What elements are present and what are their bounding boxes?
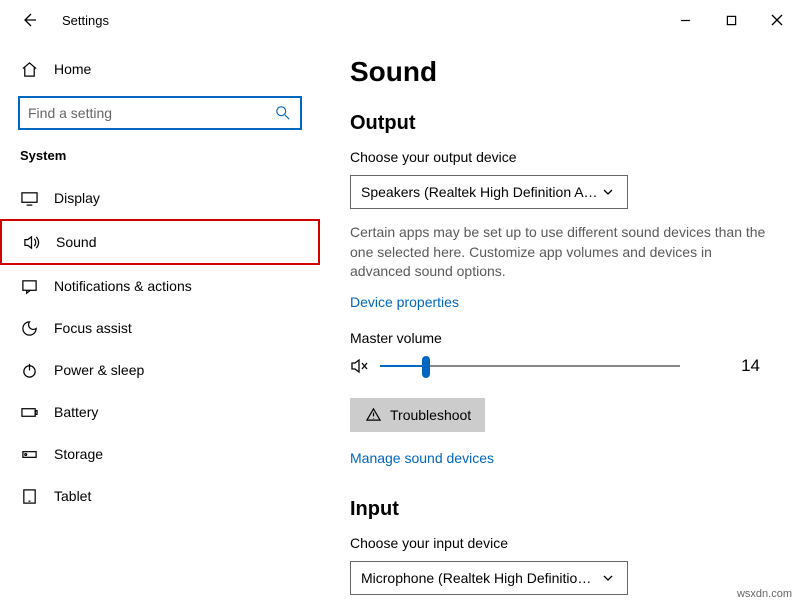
sidebar-item-focus-assist[interactable]: Focus assist: [0, 307, 320, 349]
input-device-label: Choose your input device: [350, 535, 770, 551]
search-input[interactable]: [18, 96, 302, 130]
home-nav[interactable]: Home: [0, 50, 320, 88]
master-volume-label: Master volume: [350, 330, 770, 346]
focus-assist-icon: [20, 319, 38, 337]
page-title: Sound: [350, 56, 770, 88]
output-device-label: Choose your output device: [350, 149, 770, 165]
troubleshoot-button[interactable]: Troubleshoot: [350, 398, 485, 432]
sidebar-item-label: Storage: [54, 446, 103, 462]
close-button[interactable]: [754, 0, 800, 40]
battery-icon: [20, 403, 38, 421]
sidebar-item-label: Notifications & actions: [54, 278, 192, 294]
section-label: System: [0, 148, 320, 177]
dropdown-value: Microphone (Realtek High Definitio…: [361, 570, 599, 586]
manage-sound-devices-link[interactable]: Manage sound devices: [350, 450, 494, 466]
input-device-dropdown[interactable]: Microphone (Realtek High Definitio…: [350, 561, 628, 595]
input-heading: Input: [350, 498, 770, 521]
output-heading: Output: [350, 112, 770, 135]
notifications-icon: [20, 277, 38, 295]
sidebar-item-label: Power & sleep: [54, 362, 144, 378]
sidebar-item-power-sleep[interactable]: Power & sleep: [0, 349, 320, 391]
sidebar: Home System Display Sound Notifications …: [0, 40, 320, 604]
output-hint: Certain apps may be set up to use differ…: [350, 223, 770, 282]
sidebar-item-label: Display: [54, 190, 100, 206]
back-icon[interactable]: [20, 11, 38, 29]
display-icon: [20, 189, 38, 207]
sidebar-item-display[interactable]: Display: [0, 177, 320, 219]
home-icon: [20, 60, 38, 78]
sidebar-item-sound[interactable]: Sound: [0, 219, 320, 265]
sidebar-item-label: Tablet: [54, 488, 91, 504]
sidebar-item-tablet[interactable]: Tablet: [0, 475, 320, 517]
device-properties-link[interactable]: Device properties: [350, 294, 459, 310]
home-label: Home: [54, 61, 91, 77]
sidebar-item-label: Focus assist: [54, 320, 132, 336]
sidebar-item-battery[interactable]: Battery: [0, 391, 320, 433]
volume-value: 14: [741, 356, 770, 376]
maximize-button[interactable]: [708, 0, 754, 40]
dropdown-value: Speakers (Realtek High Definition A…: [361, 184, 599, 200]
watermark: wsxdn.com: [737, 588, 792, 600]
chevron-down-icon: [599, 183, 617, 201]
power-icon: [20, 361, 38, 379]
tablet-icon: [20, 487, 38, 505]
sidebar-item-label: Battery: [54, 404, 98, 420]
volume-mute-icon[interactable]: [350, 357, 368, 375]
minimize-button[interactable]: [662, 0, 708, 40]
warning-icon: [364, 406, 382, 424]
titlebar: Settings: [0, 0, 800, 40]
sidebar-item-storage[interactable]: Storage: [0, 433, 320, 475]
storage-icon: [20, 445, 38, 463]
search-field[interactable]: [28, 105, 274, 121]
chevron-down-icon: [599, 569, 617, 587]
volume-slider[interactable]: [380, 365, 680, 367]
window-title: Settings: [62, 13, 109, 28]
search-icon: [274, 104, 292, 122]
main-content: Sound Output Choose your output device S…: [320, 40, 800, 604]
troubleshoot-label: Troubleshoot: [390, 407, 471, 423]
output-device-dropdown[interactable]: Speakers (Realtek High Definition A…: [350, 175, 628, 209]
sidebar-item-label: Sound: [56, 234, 96, 250]
sound-icon: [22, 233, 40, 251]
sidebar-item-notifications[interactable]: Notifications & actions: [0, 265, 320, 307]
